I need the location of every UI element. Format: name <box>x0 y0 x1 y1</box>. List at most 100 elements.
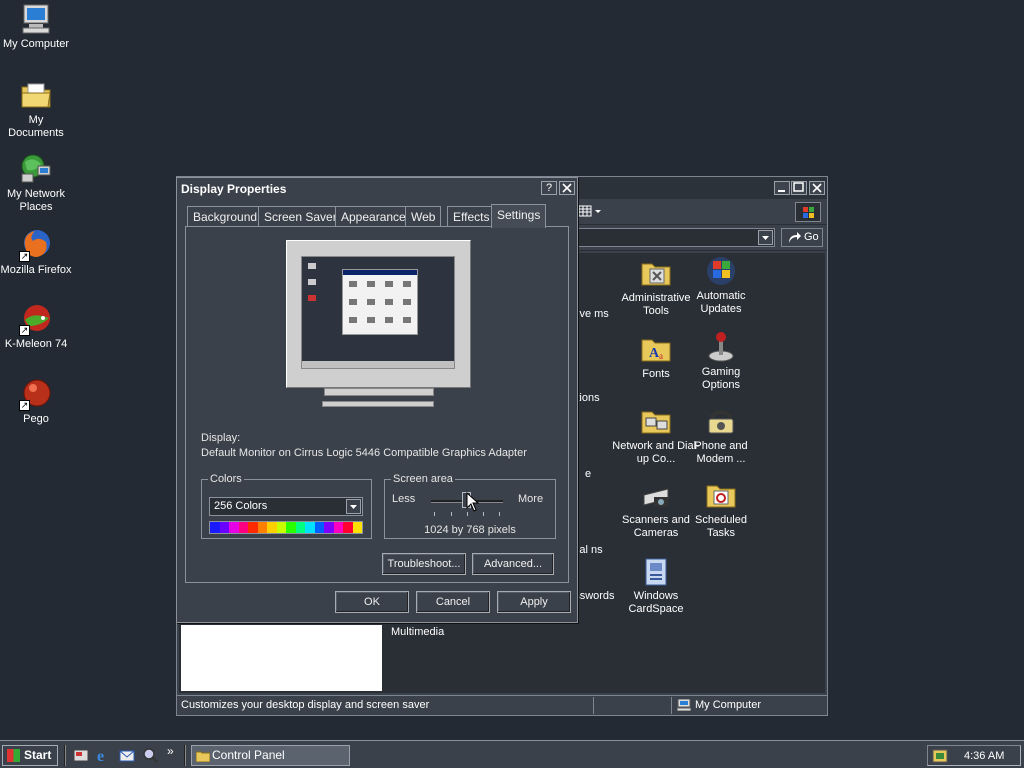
cp-item-multimedia-label[interactable]: Multimedia <box>391 626 444 638</box>
color-spectrum-bar <box>209 521 363 534</box>
close-icon <box>562 183 572 193</box>
scheduled-tasks-icon <box>705 479 737 511</box>
cp-item-fonts[interactable]: Aa Fonts <box>619 333 693 381</box>
help-button[interactable]: ? <box>541 181 557 195</box>
dialog-titlebar[interactable]: Display Properties ? <box>177 178 577 199</box>
slider-tick <box>483 512 484 516</box>
cp-item-automatic-updates[interactable]: Automatic Updates <box>684 255 758 316</box>
automatic-updates-icon <box>705 255 737 287</box>
color-swatch <box>333 522 343 533</box>
desktop-icon-my-documents[interactable]: My Documents <box>0 78 72 140</box>
svg-text:a: a <box>659 351 663 361</box>
start-label: Start <box>24 748 52 762</box>
search-icon[interactable] <box>142 747 158 763</box>
quicklaunch-chevron-icon[interactable]: » <box>167 744 174 758</box>
phone-icon <box>705 405 737 437</box>
status-zone-label: My Computer <box>695 699 762 711</box>
firefox-icon: ↗ <box>19 228 53 262</box>
clock[interactable]: 4:36 AM <box>964 750 1004 762</box>
desktop-icon-mozilla-firefox[interactable]: ↗ Mozilla Firefox <box>0 228 72 277</box>
k-meleon-icon: ↗ <box>19 302 53 336</box>
scanner-camera-icon <box>640 479 672 511</box>
details-pane <box>181 625 382 691</box>
colors-dropdown-button[interactable] <box>346 499 361 514</box>
color-swatch <box>286 522 296 533</box>
tab-effects[interactable]: Effects <box>447 206 496 226</box>
tab-web[interactable]: Web <box>405 206 442 226</box>
cancel-button[interactable]: Cancel <box>416 591 490 613</box>
internet-explorer-icon[interactable]: e <box>96 747 112 765</box>
close-icon <box>812 183 822 193</box>
color-swatch <box>276 522 286 533</box>
dialog-title: Display Properties <box>181 182 287 196</box>
cp-item-scheduled-tasks[interactable]: Scheduled Tasks <box>684 479 758 540</box>
tab-background[interactable]: Background <box>187 206 264 226</box>
desktop-icon-my-computer[interactable]: My Computer <box>0 2 72 51</box>
tray-network-icon[interactable] <box>932 748 948 764</box>
color-swatch <box>352 522 362 533</box>
apply-button[interactable]: Apply <box>497 591 571 613</box>
cp-item-phone-modem[interactable]: Phone and Modem ... <box>684 405 758 466</box>
colors-select[interactable]: 256 Colors <box>209 497 363 516</box>
more-label: More <box>518 493 544 505</box>
outlook-express-icon[interactable] <box>119 747 135 763</box>
color-swatch <box>314 522 324 533</box>
cp-item-label: Administrative Tools <box>621 292 691 317</box>
cp-item-label: Gaming Options <box>701 366 741 391</box>
monitor-preview-screen <box>301 256 455 369</box>
color-swatch <box>229 522 239 533</box>
maximize-button[interactable] <box>791 181 807 195</box>
go-arrow-icon <box>789 232 801 243</box>
less-label: Less <box>392 493 416 505</box>
start-button[interactable]: Start <box>2 745 58 766</box>
folder-documents-icon <box>19 78 53 112</box>
preview-taskbar <box>302 361 454 368</box>
tab-appearance[interactable]: Appearance <box>335 206 412 226</box>
ok-button[interactable]: OK <box>335 591 409 613</box>
views-icon[interactable] <box>577 203 603 221</box>
administrative-tools-icon <box>640 257 672 289</box>
colors-group-label: Colors <box>210 473 242 485</box>
cardspace-icon <box>640 555 672 587</box>
shortcut-arrow-icon: ↗ <box>19 251 30 262</box>
slider-tick <box>467 512 468 516</box>
color-swatch <box>210 522 220 533</box>
tab-settings[interactable]: Settings <box>491 204 547 228</box>
desktop-icon-k-meleon[interactable]: ↗ K-Meleon 74 <box>0 302 72 351</box>
windows-flag-icon <box>7 749 20 762</box>
tab-screen-saver[interactable]: Screen Saver <box>258 206 343 226</box>
address-dropdown-button[interactable] <box>758 230 773 245</box>
show-desktop-icon[interactable] <box>73 747 89 763</box>
desktop-icon-my-network-places[interactable]: My Network Places <box>0 152 72 214</box>
monitor-preview <box>286 240 471 388</box>
minimize-icon <box>778 190 785 192</box>
pego-icon: ↗ <box>19 377 53 411</box>
cp-item-gaming-options[interactable]: Gaming Options <box>684 331 758 392</box>
cp-item-windows-cardspace[interactable]: Windows CardSpace <box>609 555 703 616</box>
colors-selected-value: 256 Colors <box>214 500 268 512</box>
go-button[interactable]: Go <box>781 228 823 247</box>
chevron-down-icon <box>350 505 357 509</box>
minimize-button[interactable] <box>774 181 790 195</box>
slider-tick <box>451 512 452 516</box>
cp-item-administrative-tools[interactable]: Administrative Tools <box>619 257 693 318</box>
close-button[interactable] <box>559 181 575 195</box>
resolution-value: 1024 by 768 pixels <box>424 524 516 536</box>
desktop-icon-pego[interactable]: ↗ Pego <box>0 377 72 426</box>
color-swatch <box>238 522 248 533</box>
address-input[interactable] <box>577 228 775 247</box>
taskbar-button-control-panel[interactable]: Control Panel <box>191 745 350 766</box>
cp-item-label: Scheduled Tasks <box>695 514 747 539</box>
colors-group: Colors 256 Colors <box>201 473 372 539</box>
close-button[interactable] <box>809 181 825 195</box>
color-swatch <box>305 522 315 533</box>
monitor-base <box>322 401 434 407</box>
troubleshoot-button[interactable]: Troubleshoot... <box>382 553 466 575</box>
advanced-button[interactable]: Advanced... <box>472 553 554 575</box>
preview-window <box>342 269 418 335</box>
taskbar-button-label: Control Panel <box>212 748 285 762</box>
my-computer-icon <box>19 2 53 36</box>
display-properties-dialog[interactable]: Display Properties ? Background Screen S… <box>176 177 578 623</box>
color-swatch <box>343 522 353 533</box>
status-text: Customizes your desktop display and scre… <box>181 699 430 711</box>
